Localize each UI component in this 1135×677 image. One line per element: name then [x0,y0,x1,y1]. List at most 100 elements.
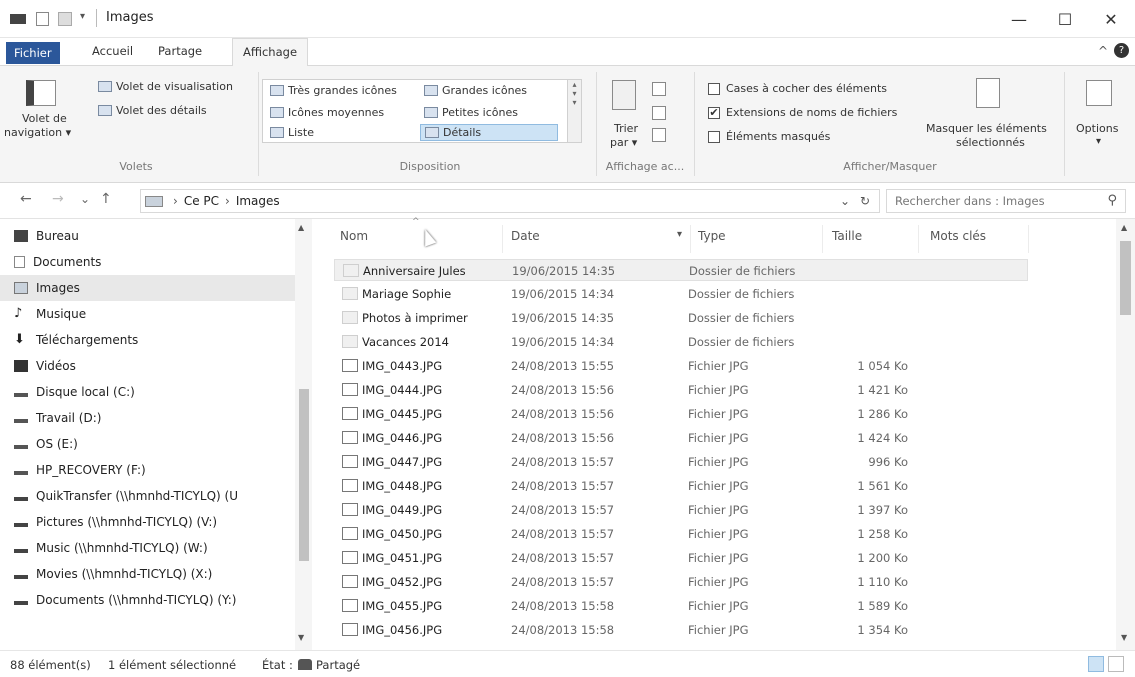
nav-item-music-network[interactable]: Music (\\hmnhd-TICYLQ) (W:) [0,535,295,561]
medium-icons-option[interactable]: Icônes moyennes [270,106,384,119]
nav-item-images[interactable]: Images [0,275,295,301]
nav-item-documents-network[interactable]: Documents (\\hmnhd-TICYLQ) (Y:) [0,587,295,613]
item-checkboxes-toggle[interactable]: Cases à cocher des éléments [708,82,887,95]
extra-large-icons-option[interactable]: Très grandes icônes [270,84,397,97]
date-filter-dropdown-icon[interactable]: ▾ [677,229,682,240]
address-bar[interactable]: › Ce PC › Images [140,189,880,213]
group-by-icon[interactable] [652,82,666,96]
sort-by-button[interactable]: Trier par ▾ [606,76,646,152]
hidden-items-checkbox[interactable] [708,130,720,143]
column-header-date[interactable]: Date [511,229,540,243]
large-icons-view-button[interactable] [1108,656,1124,672]
nav-scrollbar[interactable]: ▲ ▼ [295,219,312,650]
recent-locations-button[interactable]: ⌄ [80,192,90,206]
navigation-pane-button[interactable]: Volet de navigation ▾ [4,76,82,152]
column-header-name[interactable]: Nom [340,229,368,243]
maximize-button[interactable]: ☐ [1042,0,1088,38]
hide-selected-button[interactable]: Masquer les éléments sélectionnés [918,76,1058,152]
nav-item-disque-local[interactable]: Disque local (C:) [0,379,295,405]
collapse-ribbon-icon[interactable]: ^ [1098,44,1108,58]
file-row[interactable]: Anniversaire Jules 19/06/2015 14:35 Dossie… [334,259,1028,281]
nav-item-musique[interactable]: ♪ Musique [0,301,295,327]
nav-item-pictures-network[interactable]: Pictures (\\hmnhd-TICYLQ) (V:) [0,509,295,535]
small-icons-option[interactable]: Petites icônes [424,106,518,119]
new-folder-icon[interactable] [58,12,72,26]
item-checkboxes-checkbox[interactable] [708,82,720,95]
nav-item-travail[interactable]: Travail (D:) [0,405,295,431]
file-date: 24/08/2013 15:57 [511,479,615,493]
scroll-up-arrow[interactable]: ▲ [298,223,304,232]
file-row[interactable]: IMG_0456.JPG 24/08/2013 15:58 Fichier JPG 1… [334,619,1028,641]
file-name: IMG_0447.JPG [362,455,443,469]
file-row[interactable]: IMG_0444.JPG 24/08/2013 15:56 Fichier JPG 1… [334,379,1028,401]
details-option[interactable]: Détails [420,124,558,141]
nav-item-os[interactable]: OS (E:) [0,431,295,457]
file-list-scroll-thumb[interactable] [1120,241,1131,315]
breadcrumb-images[interactable]: Images [236,194,280,208]
file-row[interactable]: IMG_0451.JPG 24/08/2013 15:57 Fichier JPG 1… [334,547,1028,569]
scroll-down-arrow[interactable]: ▼ [298,633,304,642]
add-columns-icon[interactable] [652,106,666,120]
column-header-size[interactable]: Taille [832,229,862,243]
size-columns-icon[interactable] [652,128,666,142]
column-divider[interactable] [822,225,823,253]
file-row[interactable]: IMG_0449.JPG 24/08/2013 15:57 Fichier JPG 1… [334,499,1028,521]
file-row[interactable]: Mariage Sophie 19/06/2015 14:34 Dossier de… [334,283,1028,305]
hidden-items-toggle[interactable]: Éléments masqués [708,130,830,143]
column-divider[interactable] [502,225,503,253]
details-pane-button[interactable]: Volet des détails [98,104,207,117]
nav-item-bureau[interactable]: Bureau [0,223,295,249]
file-row[interactable]: IMG_0450.JPG 24/08/2013 15:57 Fichier JPG 1… [334,523,1028,545]
column-divider[interactable] [1028,225,1029,253]
nav-item-telechargements[interactable]: ⬇ Téléchargements [0,327,295,353]
properties-icon[interactable] [36,12,49,26]
address-dropdown-button[interactable]: ⌄ [840,194,850,208]
column-divider[interactable] [690,225,691,253]
nav-item-videos[interactable]: Vidéos [0,353,295,379]
close-button[interactable]: ✕ [1088,0,1134,38]
forward-button[interactable]: → [52,191,64,207]
file-row[interactable]: IMG_0452.JPG 24/08/2013 15:57 Fichier JPG 1… [334,571,1028,593]
back-button[interactable]: ← [20,191,32,207]
search-input[interactable]: Rechercher dans : Images ⚲ [886,189,1126,213]
file-date: 24/08/2013 15:56 [511,407,615,421]
help-icon[interactable]: ? [1114,43,1129,58]
search-icon[interactable]: ⚲ [1107,193,1117,208]
nav-item-documents[interactable]: Documents [0,249,295,275]
nav-item-quiktransfer[interactable]: QuikTransfer (\\hmnhd-TICYLQ) (U [0,483,295,509]
file-row[interactable]: Vacances 2014 19/06/2015 14:34 Dossier de … [334,331,1028,353]
layout-gallery-scroll[interactable]: ▴ ▾ ▾ [568,79,582,143]
tab-share[interactable]: Partage [158,44,202,58]
scroll-up-arrow[interactable]: ▲ [1121,223,1127,232]
up-button[interactable]: ↑ [100,191,112,207]
preview-pane-button[interactable]: Volet de visualisation [98,80,233,93]
file-row[interactable]: IMG_0443.JPG 24/08/2013 15:55 Fichier JPG 1… [334,355,1028,377]
file-row[interactable]: IMG_0445.JPG 24/08/2013 15:56 Fichier JPG 1… [334,403,1028,425]
tab-view[interactable]: Affichage [232,38,309,67]
tab-file[interactable]: Fichier [6,42,60,64]
file-row[interactable]: Photos à imprimer 19/06/2015 14:35 Dossier… [334,307,1028,329]
scroll-down-arrow[interactable]: ▼ [1121,633,1127,642]
file-row[interactable]: IMG_0446.JPG 24/08/2013 15:56 Fichier JPG 1… [334,427,1028,449]
column-header-type[interactable]: Type [698,229,726,243]
file-row[interactable]: IMG_0447.JPG 24/08/2013 15:57 Fichier JPG 9… [334,451,1028,473]
file-extensions-toggle[interactable]: ✔ Extensions de noms de fichiers [708,106,897,119]
column-header-tags[interactable]: Mots clés [930,229,986,243]
minimize-button[interactable]: — [996,0,1042,38]
options-button[interactable]: Options ▾ [1070,76,1130,152]
file-row[interactable]: IMG_0455.JPG 24/08/2013 15:58 Fichier JPG 1… [334,595,1028,617]
file-row[interactable]: IMG_0448.JPG 24/08/2013 15:57 Fichier JPG 1… [334,475,1028,497]
nav-scroll-thumb[interactable] [299,389,309,561]
refresh-button[interactable]: ↻ [860,194,870,208]
column-divider[interactable] [918,225,919,253]
tab-home[interactable]: Accueil [92,44,133,58]
details-view-button[interactable] [1088,656,1104,672]
large-icons-option[interactable]: Grandes icônes [424,84,527,97]
file-list-scrollbar[interactable]: ▲ ▼ [1116,219,1135,650]
file-extensions-checkbox[interactable]: ✔ [708,106,720,119]
list-option[interactable]: Liste [270,126,314,139]
nav-item-hp-recovery[interactable]: HP_RECOVERY (F:) [0,457,295,483]
nav-item-movies-network[interactable]: Movies (\\hmnhd-TICYLQ) (X:) [0,561,295,587]
breadcrumb-this-pc[interactable]: Ce PC [184,194,219,208]
quick-access-dropdown-icon[interactable]: ▾ [80,11,85,22]
